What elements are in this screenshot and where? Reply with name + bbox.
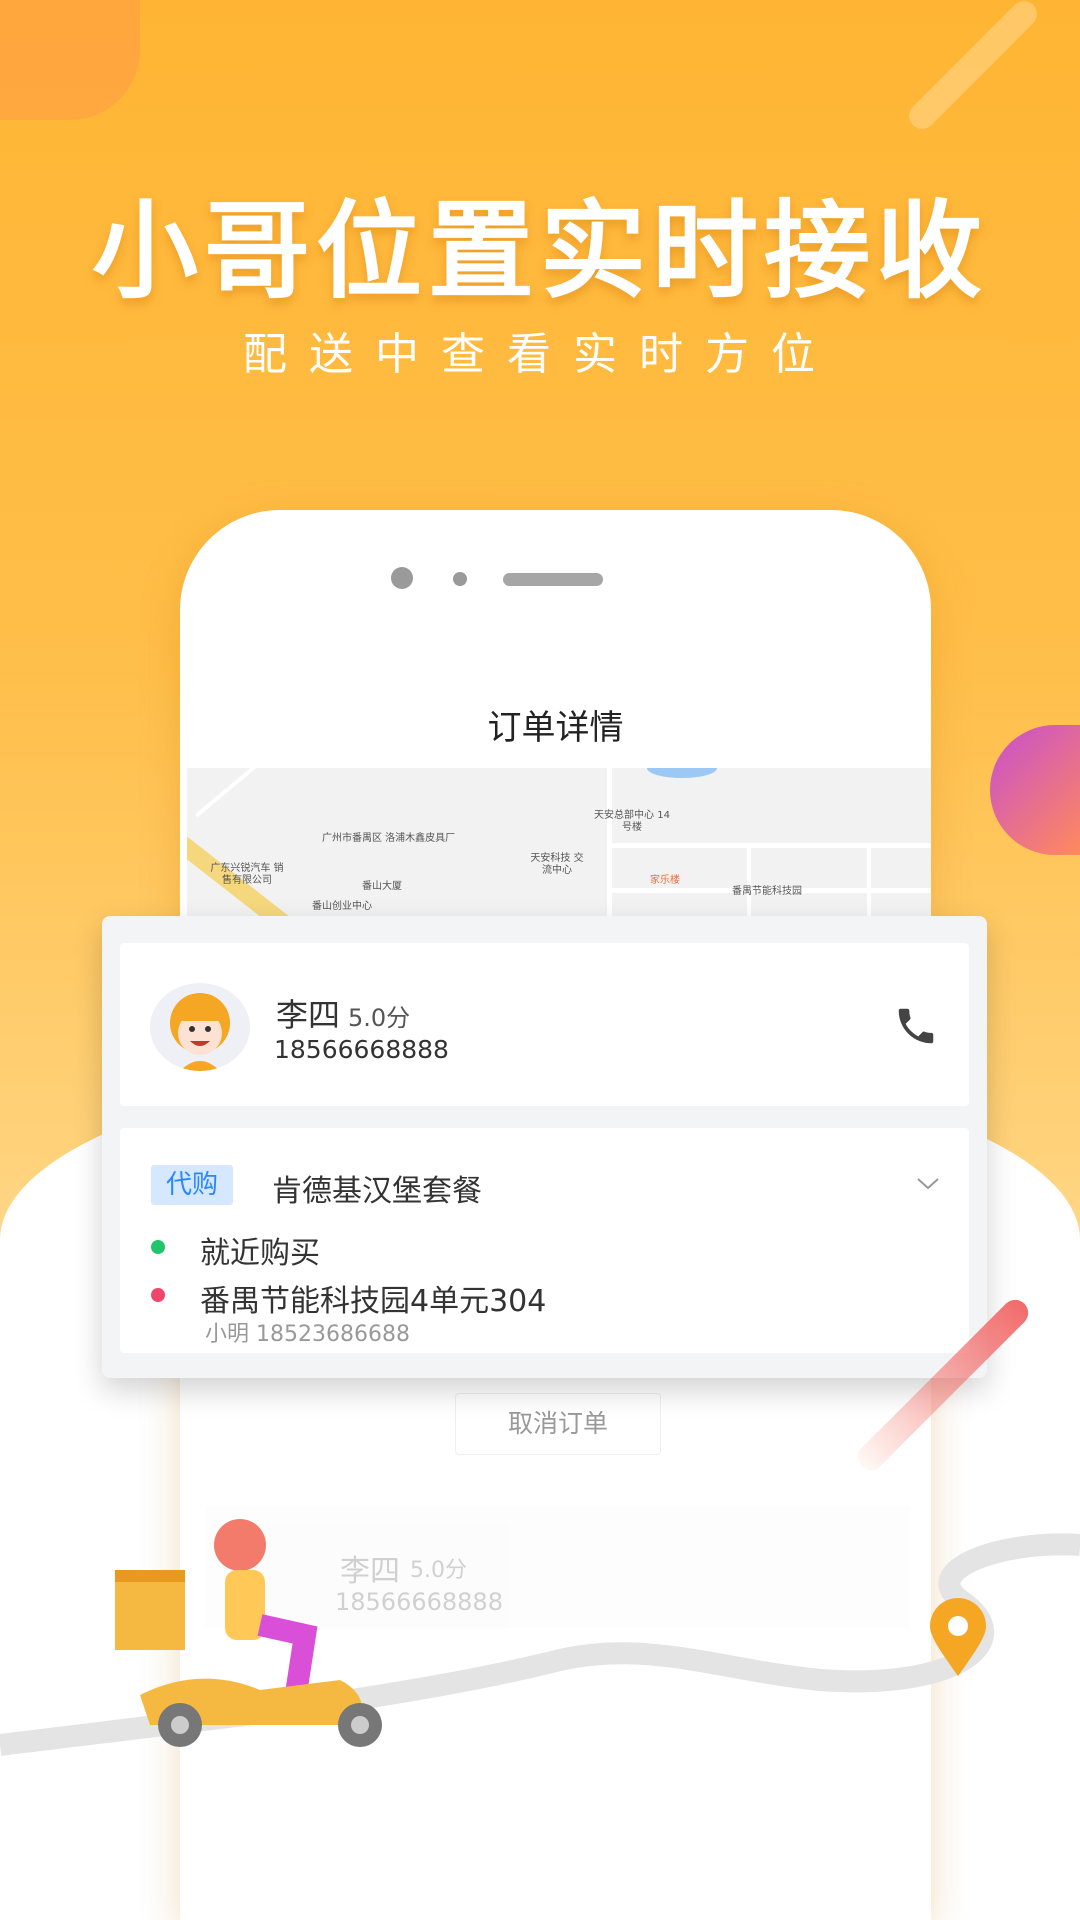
map-label: 天安总部中心 14号楼	[594, 810, 670, 833]
map-label: 番山大厦	[362, 881, 402, 892]
chevron-down-icon[interactable]	[915, 1175, 941, 1193]
map-label: 广东兴锐汽车 销售有限公司	[210, 863, 284, 886]
map-label: 天安科技 交流中心	[530, 853, 584, 876]
courier-info: 李四 5.0分	[276, 990, 410, 1036]
order-item: 肯德基汉堡套餐	[272, 1174, 482, 1209]
phone-icon[interactable]	[893, 1003, 939, 1049]
page-title: 订单详情	[487, 708, 624, 748]
courier-scooter-illustration	[115, 1519, 382, 1747]
address-dot-icon	[151, 1288, 165, 1302]
map-label: 番禺节能科技园	[732, 886, 802, 897]
promo-title: 小哥位置实时接收	[92, 190, 988, 313]
pickup-dot-icon	[151, 1240, 165, 1254]
sensor-icon	[453, 572, 467, 586]
courier-rating: 5.0分	[348, 1004, 411, 1032]
courier-phone: 18566668888	[274, 1035, 449, 1064]
map-label: 番山创业中心	[312, 901, 372, 912]
map-label: 广州市番禺区 洛浦木鑫皮具厂	[322, 833, 456, 844]
speaker-icon	[503, 573, 603, 586]
courier-name: 李四	[276, 996, 341, 1034]
cancel-order-button[interactable]: 取消订单	[455, 1393, 661, 1455]
order-type-badge: 代购	[151, 1165, 233, 1205]
map-view[interactable]: 广州市番禺区 洛浦木鑫皮具厂 广东兴锐汽车 销售有限公司 番山大厦 番山创业中心…	[187, 768, 931, 918]
camera-icon	[391, 567, 413, 589]
map-label: 家乐楼	[650, 875, 680, 886]
pickup-text: 就近购买	[200, 1236, 320, 1271]
receiver-contact: 小明 18523686688	[205, 1322, 410, 1347]
courier-avatar	[150, 983, 250, 1071]
location-pin-icon	[930, 1598, 986, 1676]
promo-subtitle: 配送中查看实时方位	[243, 329, 837, 380]
delivery-address: 番禺节能科技园4单元304	[200, 1284, 547, 1319]
